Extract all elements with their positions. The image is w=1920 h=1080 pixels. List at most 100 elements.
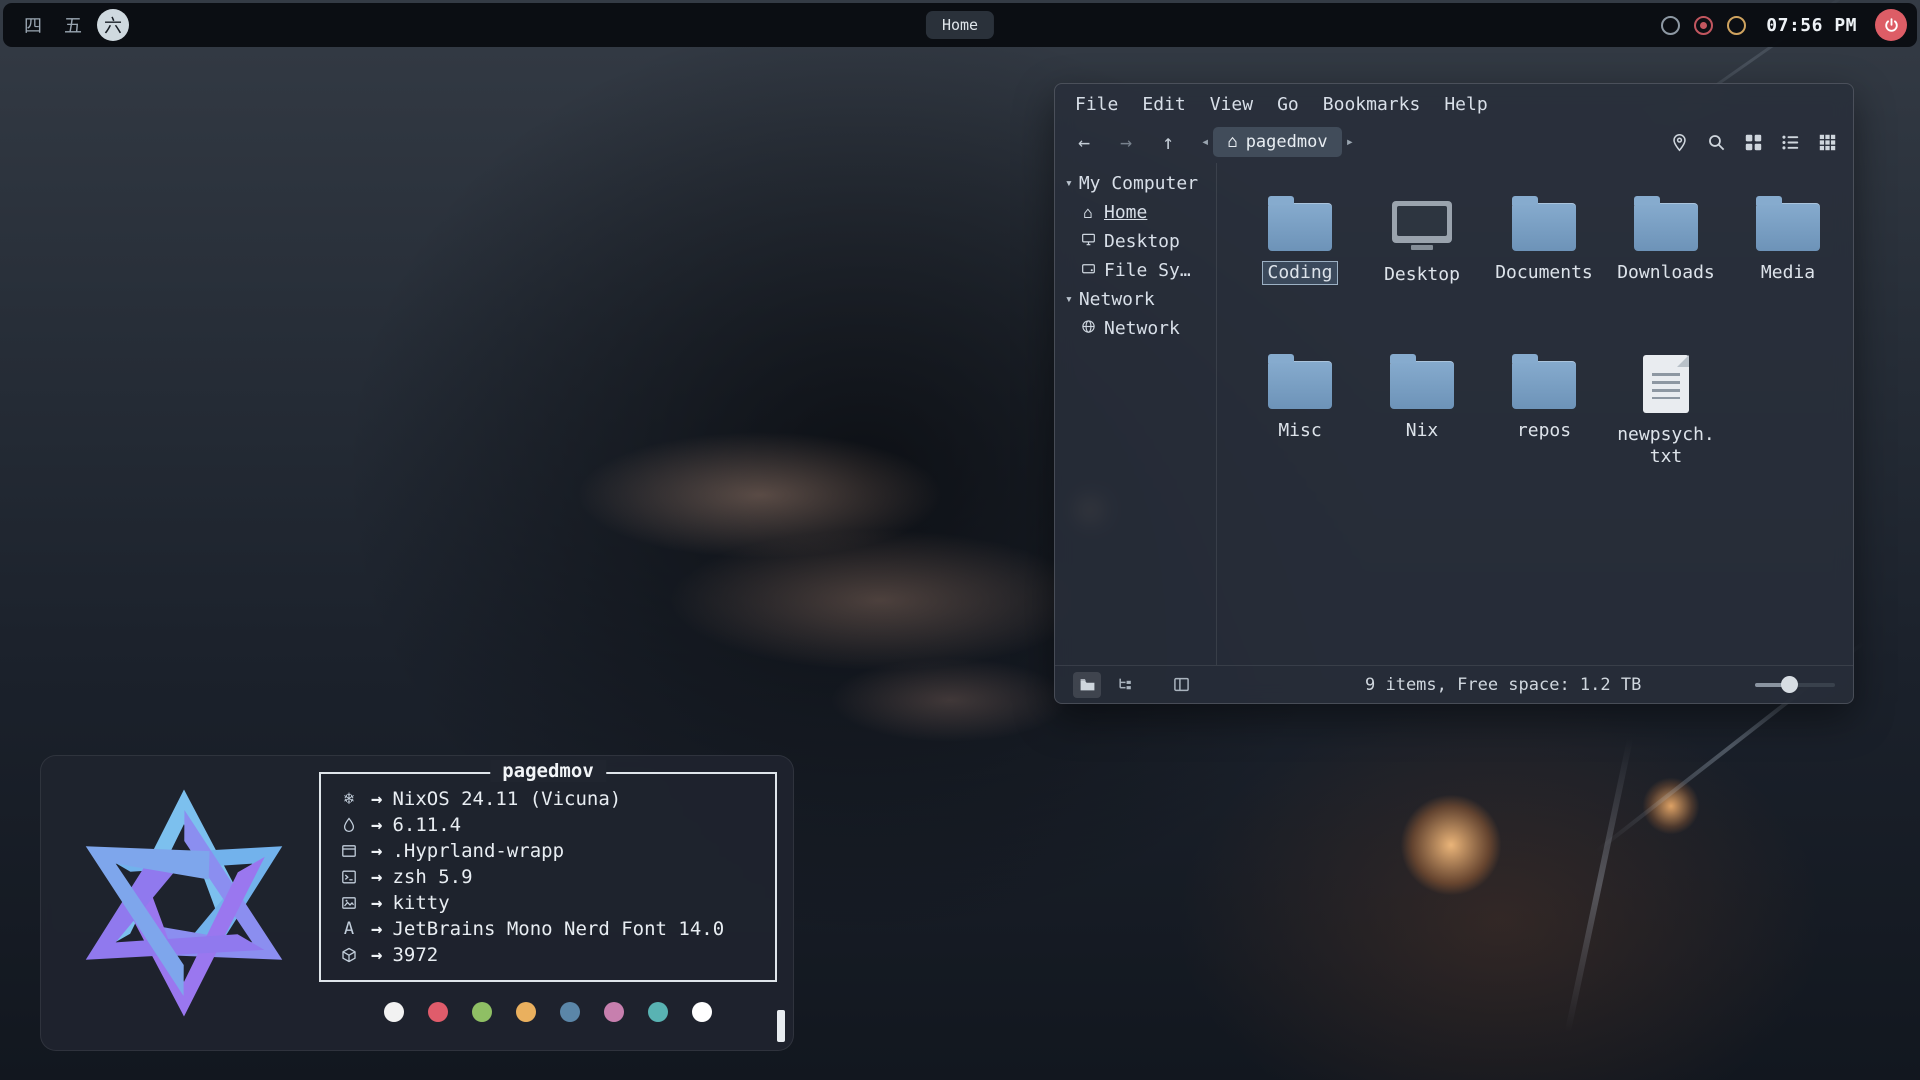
chevron-down-icon[interactable]: ▾ xyxy=(1065,176,1073,191)
sidebar-item-label: Home xyxy=(1104,202,1147,223)
clock: 07:56 PM xyxy=(1766,15,1857,36)
power-icon xyxy=(1883,17,1900,34)
file-item-media[interactable]: Media xyxy=(1727,183,1849,335)
menu-view[interactable]: View xyxy=(1210,94,1253,115)
up-button[interactable]: ↑ xyxy=(1155,130,1181,154)
file-item-label: Media xyxy=(1756,261,1820,285)
file-item-repos[interactable]: repos xyxy=(1483,341,1605,493)
file-item-label: Coding xyxy=(1262,261,1337,285)
shell-icon xyxy=(337,869,361,885)
breadcrumb-path-label: pagedmov xyxy=(1246,132,1328,152)
arrow-icon: → xyxy=(371,788,382,810)
info-row-kernel: → 6.11.4 xyxy=(337,812,759,837)
file-item-label: Desktop xyxy=(1379,263,1465,287)
file-item-nix[interactable]: Nix xyxy=(1361,341,1483,493)
menu-help[interactable]: Help xyxy=(1444,94,1487,115)
info-row-packages: → 3972 xyxy=(337,942,759,967)
file-item-documents[interactable]: Documents xyxy=(1483,183,1605,335)
folder-icon xyxy=(1512,361,1576,409)
zoom-slider[interactable] xyxy=(1755,683,1835,687)
status-bar: 9 items, Free space: 1.2 TB xyxy=(1055,665,1853,703)
palette-dot xyxy=(472,1002,492,1022)
folder-icon xyxy=(1634,203,1698,251)
folder-icon xyxy=(1390,361,1454,409)
tree-pane-toggle[interactable] xyxy=(1111,672,1139,698)
split-view-toggle[interactable] xyxy=(1167,672,1195,698)
sidebar-item-file-system[interactable]: File Sy… xyxy=(1065,256,1216,285)
thumbnail-view-icon[interactable] xyxy=(1818,133,1837,152)
toolbar-right xyxy=(1670,133,1837,152)
text-file-icon xyxy=(1643,355,1689,413)
breadcrumb-next-icon[interactable]: ▸ xyxy=(1346,134,1354,150)
kernel-icon xyxy=(337,817,361,833)
kernel-value: 6.11.4 xyxy=(392,814,461,836)
compact-list-view-icon[interactable] xyxy=(1781,133,1800,152)
top-bar: 四 五 六 Home 07:56 PM xyxy=(3,3,1917,47)
system-info-box: pagedmov ❄ → NixOS 24.11 (Vicuna) → 6.11… xyxy=(319,772,777,982)
menu-edit[interactable]: Edit xyxy=(1142,94,1185,115)
cursor-bar xyxy=(777,1010,785,1042)
file-item-coding[interactable]: Coding xyxy=(1239,183,1361,335)
workspace-4[interactable]: 四 xyxy=(17,9,49,41)
sidebar-group-network[interactable]: ▾ Network xyxy=(1065,285,1216,314)
info-row-font: A → JetBrains Mono Nerd Font 14.0 xyxy=(337,916,759,941)
packages-value: 3972 xyxy=(392,944,438,966)
file-item-misc[interactable]: Misc xyxy=(1239,341,1361,493)
forward-button[interactable]: → xyxy=(1113,130,1139,154)
home-icon: ⌂ xyxy=(1079,203,1097,222)
workspace-6-active[interactable]: 六 xyxy=(97,9,129,41)
desktop-folder-icon xyxy=(1392,201,1452,253)
file-item-label: Documents xyxy=(1490,261,1598,285)
menu-bar: File Edit View Go Bookmarks Help xyxy=(1055,84,1853,121)
places-sidebar: ▾ My Computer ⌂ Home Desktop xyxy=(1055,163,1217,665)
font-icon: A xyxy=(337,919,361,939)
menu-bookmarks[interactable]: Bookmarks xyxy=(1323,94,1421,115)
font-value: JetBrains Mono Nerd Font 14.0 xyxy=(392,918,724,940)
file-item-newpsych-txt[interactable]: newpsych.txt xyxy=(1605,341,1727,493)
toolbar: ← → ↑ ◂ ⌂ pagedmov ▸ xyxy=(1055,121,1853,163)
sidebar-group-label: My Computer xyxy=(1079,173,1198,194)
breadcrumb: ◂ ⌂ pagedmov ▸ xyxy=(1201,127,1354,157)
icon-view-icon[interactable] xyxy=(1744,133,1763,152)
active-window-title[interactable]: Home xyxy=(926,11,994,39)
arrow-icon: → xyxy=(371,918,382,940)
file-item-label: newpsych.txt xyxy=(1610,423,1722,469)
arrow-icon: → xyxy=(371,840,382,862)
file-view[interactable]: Coding Desktop Documents Downloads xyxy=(1217,163,1853,665)
menu-go[interactable]: Go xyxy=(1277,94,1299,115)
tray-record-icon[interactable] xyxy=(1694,16,1713,35)
location-pin-icon[interactable] xyxy=(1670,133,1689,152)
folder-icon xyxy=(1268,203,1332,251)
workspace-5[interactable]: 五 xyxy=(57,9,89,41)
breadcrumb-segment-home[interactable]: ⌂ pagedmov xyxy=(1213,127,1341,157)
wm-icon xyxy=(337,843,361,859)
places-pane-toggle[interactable] xyxy=(1073,672,1101,698)
top-bar-right: 07:56 PM xyxy=(1661,9,1907,41)
tray-circle-icon-2[interactable] xyxy=(1727,16,1746,35)
home-icon: ⌂ xyxy=(1227,132,1237,152)
status-text: 9 items, Free space: 1.2 TB xyxy=(1365,675,1641,695)
terminal-icon xyxy=(337,895,361,911)
breadcrumb-prev-icon[interactable]: ◂ xyxy=(1201,134,1209,150)
sidebar-group-my-computer[interactable]: ▾ My Computer xyxy=(1065,169,1216,198)
arrow-icon: → xyxy=(371,944,382,966)
os-value: NixOS 24.11 (Vicuna) xyxy=(392,788,621,810)
sidebar-group-label: Network xyxy=(1079,289,1155,310)
power-button[interactable] xyxy=(1875,9,1907,41)
zoom-slider-knob[interactable] xyxy=(1781,676,1798,693)
folder-icon xyxy=(1756,203,1820,251)
back-button[interactable]: ← xyxy=(1071,130,1097,154)
tray-circle-icon[interactable] xyxy=(1661,16,1680,35)
sidebar-item-network[interactable]: Network xyxy=(1065,314,1216,343)
palette-dot xyxy=(692,1002,712,1022)
search-icon[interactable] xyxy=(1707,133,1726,152)
palette-dot xyxy=(648,1002,668,1022)
file-item-desktop[interactable]: Desktop xyxy=(1361,183,1483,335)
chevron-down-icon[interactable]: ▾ xyxy=(1065,292,1073,307)
sidebar-item-desktop[interactable]: Desktop xyxy=(1065,227,1216,256)
shell-value: zsh 5.9 xyxy=(392,866,472,888)
sidebar-item-home[interactable]: ⌂ Home xyxy=(1065,198,1216,227)
file-item-downloads[interactable]: Downloads xyxy=(1605,183,1727,335)
sidebar-item-label: Desktop xyxy=(1104,231,1180,252)
menu-file[interactable]: File xyxy=(1075,94,1118,115)
